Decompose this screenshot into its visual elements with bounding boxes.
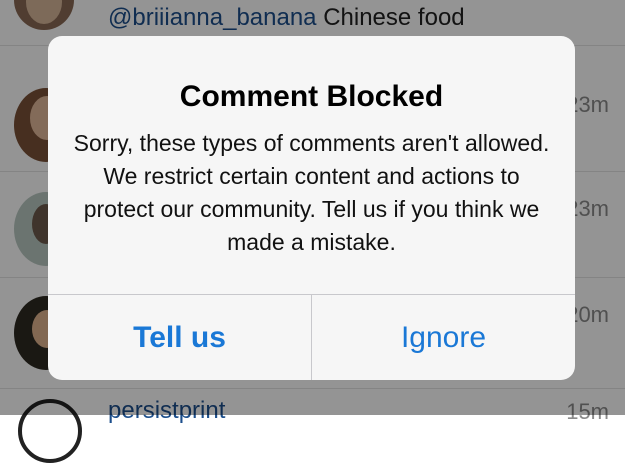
ignore-button[interactable]: Ignore [312, 295, 575, 380]
alert-message: Sorry, these types of comments aren't al… [73, 130, 550, 255]
tell-us-button[interactable]: Tell us [48, 295, 311, 380]
alert-button-bar: Tell us Ignore [48, 294, 575, 380]
alert-title: Comment Blocked [179, 80, 444, 113]
comment-blocked-alert: Comment Blocked Sorry, these types of co… [48, 36, 575, 380]
